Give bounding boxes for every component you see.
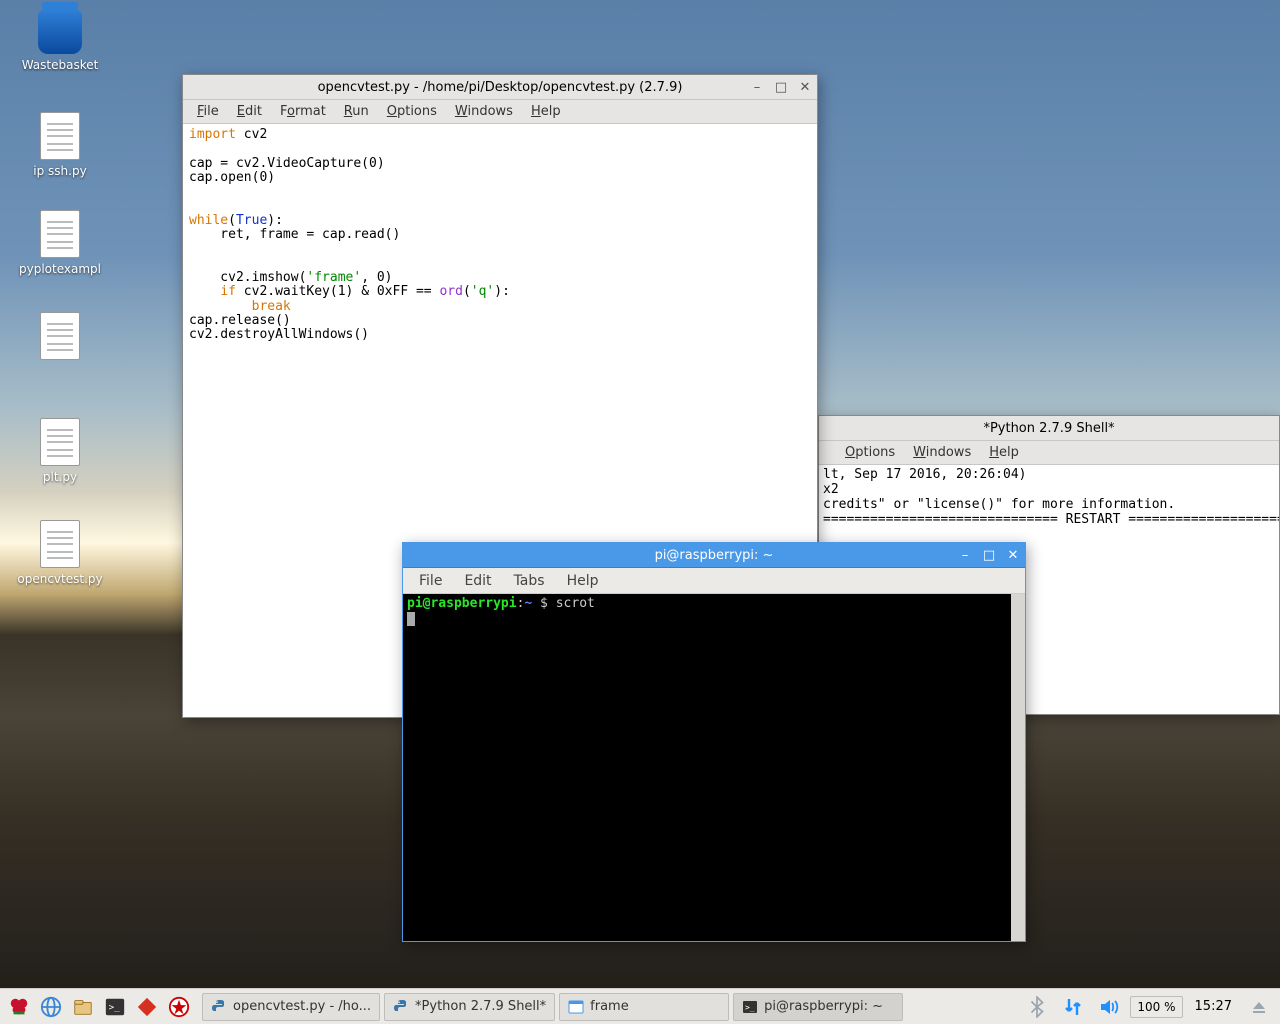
battery-indicator[interactable]: 100 % bbox=[1130, 996, 1182, 1018]
menu-format[interactable]: Format bbox=[272, 102, 334, 121]
maximize-button[interactable]: □ bbox=[981, 548, 997, 564]
menu-button[interactable] bbox=[4, 992, 34, 1022]
file-icon bbox=[40, 418, 80, 466]
file-icon bbox=[40, 112, 80, 160]
menu-help[interactable]: Help bbox=[981, 443, 1027, 462]
menu-tabs[interactable]: Tabs bbox=[504, 571, 555, 591]
task-label: *Python 2.7.9 Shell* bbox=[415, 999, 546, 1014]
cursor-icon bbox=[407, 612, 415, 626]
menu-edit[interactable]: Edit bbox=[229, 102, 270, 121]
icon-label: Wastebasket bbox=[10, 58, 110, 72]
titlebar[interactable]: pi@raspberrypi: ~ – □ ✕ bbox=[403, 543, 1025, 568]
terminal-icon: >_ bbox=[742, 999, 758, 1015]
task-opencvtest[interactable]: opencvtest.py - /ho... bbox=[202, 993, 380, 1021]
desktop-icon-wastebasket[interactable]: Wastebasket bbox=[10, 10, 110, 72]
mathematica-launcher[interactable] bbox=[132, 992, 162, 1022]
menu-options[interactable]: Options bbox=[379, 102, 445, 121]
system-tray: 100 % 15:27 bbox=[1016, 992, 1280, 1022]
python-icon bbox=[211, 999, 227, 1015]
python-icon bbox=[393, 999, 409, 1015]
menu-help[interactable]: Help bbox=[523, 102, 569, 121]
menubar: File Edit Format Run Options Windows Hel… bbox=[183, 100, 817, 124]
close-button[interactable]: ✕ bbox=[1005, 548, 1021, 564]
bluetooth-icon[interactable] bbox=[1022, 992, 1052, 1022]
close-button[interactable]: ✕ bbox=[797, 80, 813, 96]
window-title: pi@raspberrypi: ~ bbox=[655, 548, 774, 563]
icon-label: plt.py bbox=[10, 470, 110, 484]
icon-label: opencvtest.py bbox=[10, 572, 110, 586]
titlebar[interactable]: *Python 2.7.9 Shell* bbox=[819, 416, 1279, 441]
icon-label: pyplotexampl bbox=[10, 262, 110, 276]
wolfram-launcher[interactable] bbox=[164, 992, 194, 1022]
trash-icon bbox=[38, 10, 82, 54]
desktop-icon-unknown[interactable] bbox=[10, 312, 110, 364]
terminal-launcher[interactable]: >_ bbox=[100, 992, 130, 1022]
menu-file[interactable]: File bbox=[189, 102, 227, 121]
menu-help[interactable]: Help bbox=[557, 571, 609, 591]
icon-label: ip ssh.py bbox=[10, 164, 110, 178]
file-icon bbox=[40, 520, 80, 568]
file-icon bbox=[40, 312, 80, 360]
menu-file[interactable]: File bbox=[409, 571, 452, 591]
titlebar[interactable]: opencvtest.py - /home/pi/Desktop/opencvt… bbox=[183, 75, 817, 100]
task-label: pi@raspberrypi: ~ bbox=[764, 999, 883, 1014]
network-icon[interactable] bbox=[1058, 992, 1088, 1022]
taskbar: >_ opencvtest.py - /ho... *Python 2.7.9 … bbox=[0, 988, 1280, 1024]
terminal-output[interactable]: pi@raspberrypi:~ $ scrot bbox=[403, 594, 1011, 941]
window-icon bbox=[568, 999, 584, 1015]
launchers: >_ bbox=[0, 992, 198, 1022]
browser-launcher[interactable] bbox=[36, 992, 66, 1022]
maximize-button[interactable]: □ bbox=[773, 80, 789, 96]
menubar: Options Windows Help bbox=[819, 441, 1279, 465]
window-title: opencvtest.py - /home/pi/Desktop/opencvt… bbox=[318, 80, 683, 95]
task-frame[interactable]: frame bbox=[559, 993, 729, 1021]
menu-options[interactable]: Options bbox=[837, 443, 903, 462]
menu-edit[interactable]: Edit bbox=[454, 571, 501, 591]
window-terminal[interactable]: pi@raspberrypi: ~ – □ ✕ File Edit Tabs H… bbox=[402, 542, 1026, 942]
svg-text:>_: >_ bbox=[745, 1003, 755, 1012]
menu-windows[interactable]: Windows bbox=[447, 102, 521, 121]
task-terminal[interactable]: >_ pi@raspberrypi: ~ bbox=[733, 993, 903, 1021]
menu-run[interactable]: Run bbox=[336, 102, 377, 121]
desktop-icon-plt[interactable]: plt.py bbox=[10, 418, 110, 484]
eject-icon[interactable] bbox=[1244, 992, 1274, 1022]
minimize-button[interactable]: – bbox=[749, 80, 765, 96]
scrollbar[interactable] bbox=[1011, 594, 1025, 941]
svg-text:>_: >_ bbox=[109, 1001, 121, 1012]
minimize-button[interactable]: – bbox=[957, 548, 973, 564]
menubar: File Edit Tabs Help bbox=[403, 568, 1025, 594]
task-label: opencvtest.py - /ho... bbox=[233, 999, 371, 1014]
task-python-shell[interactable]: *Python 2.7.9 Shell* bbox=[384, 993, 555, 1021]
clock[interactable]: 15:27 bbox=[1189, 999, 1238, 1014]
desktop-icon-ip-ssh[interactable]: ip ssh.py bbox=[10, 112, 110, 178]
file-icon bbox=[40, 210, 80, 258]
task-label: frame bbox=[590, 999, 629, 1014]
desktop-icon-opencvtest[interactable]: opencvtest.py bbox=[10, 520, 110, 586]
desktop-icon-pyplotexample[interactable]: pyplotexampl bbox=[10, 210, 110, 276]
menu-windows[interactable]: Windows bbox=[905, 443, 979, 462]
window-title: *Python 2.7.9 Shell* bbox=[983, 421, 1114, 436]
task-buttons: opencvtest.py - /ho... *Python 2.7.9 She… bbox=[198, 993, 1016, 1021]
volume-icon[interactable] bbox=[1094, 992, 1124, 1022]
filemanager-launcher[interactable] bbox=[68, 992, 98, 1022]
